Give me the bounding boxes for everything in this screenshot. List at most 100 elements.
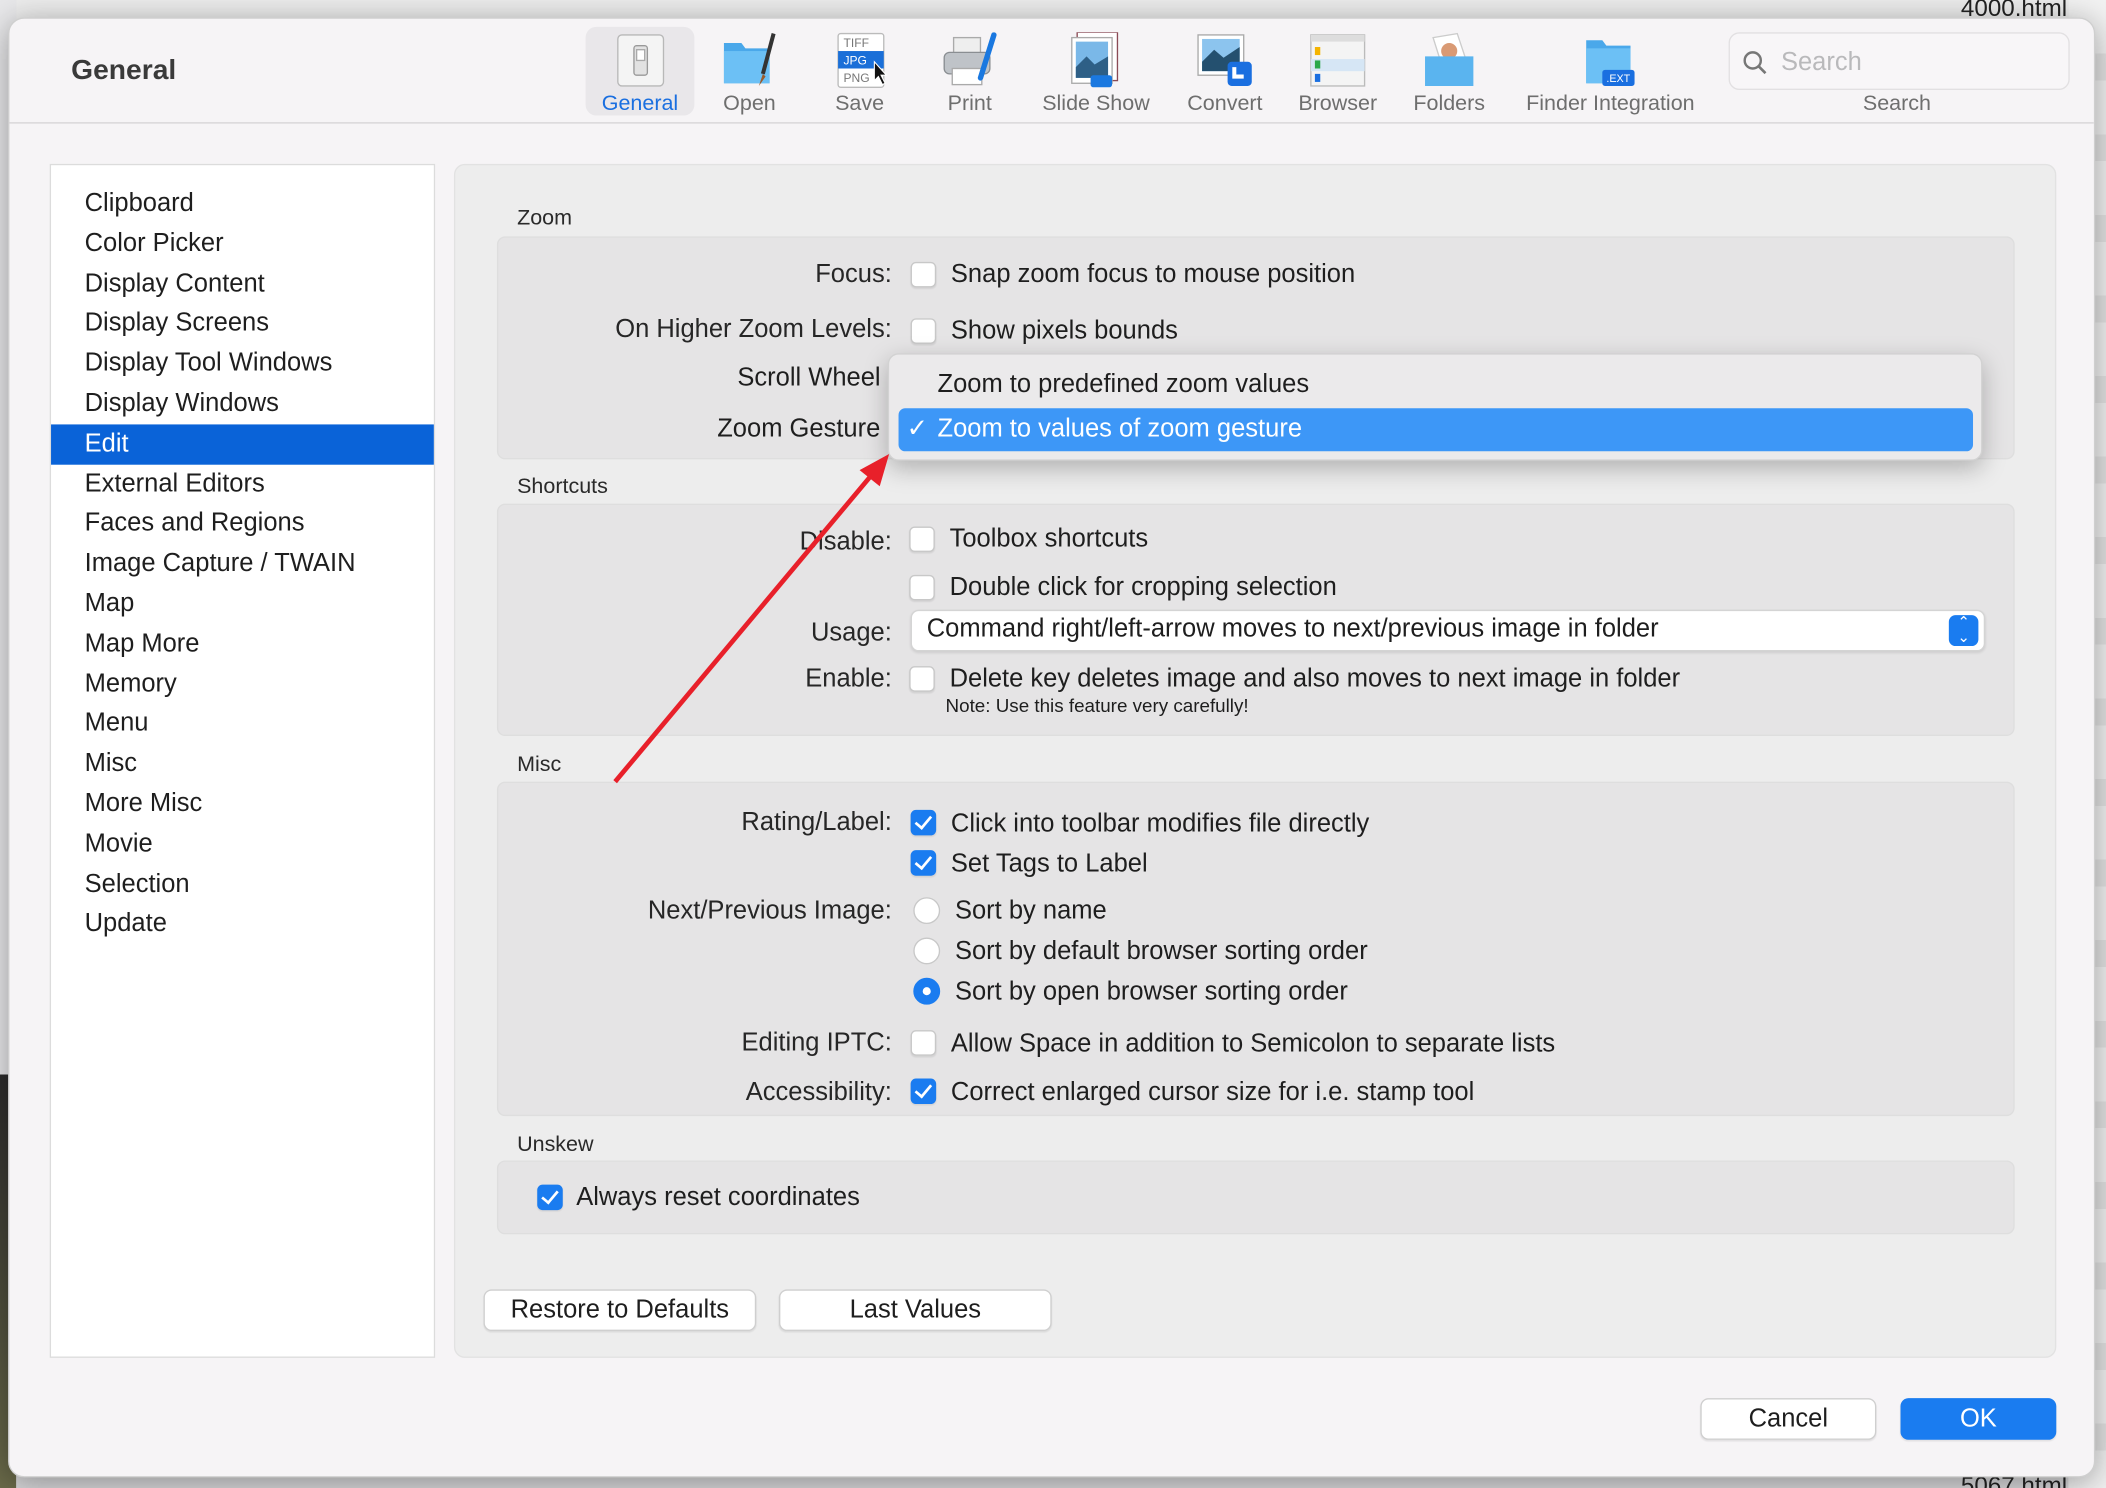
focus-label: Focus: [815,260,892,289]
usage-label: Usage: [810,619,892,648]
sort-open-browser-radio[interactable] [913,977,941,1005]
toolbar-folders[interactable]: Folders [1401,27,1498,116]
svg-text:JPG: JPG [843,53,866,67]
section-title-unskew: Unskew [517,1133,594,1157]
settings-panel: Zoom Focus: Snap zoom focus to mouse pos… [453,163,2057,1358]
sidebar-item-map[interactable]: Map [51,584,434,624]
save-formats-icon: TIFF JPG PNG [837,32,888,88]
sidebar-item-image-capture-twain[interactable]: Image Capture / TWAIN [51,544,434,584]
focus-option-label: Snap zoom focus to mouse position [950,260,1356,289]
sidebar-item-display-content[interactable]: Display Content [51,264,434,304]
set-tags-label: Set Tags to Label [950,850,1148,879]
iptc-space-checkbox[interactable] [910,1030,937,1056]
delete-key-checkbox[interactable] [909,666,935,692]
section-title-shortcuts: Shortcuts [517,475,608,499]
sidebar-item-selection[interactable]: Selection [51,864,434,904]
double-click-crop-label: Double click for cropping selection [949,573,1337,602]
toolbar-finder-integration[interactable]: .EXT Finder Integration [1510,27,1711,116]
popup-option-predefined[interactable]: Zoom to predefined zoom values [899,364,1973,407]
checkmark-icon: ✓ [906,415,928,444]
sort-option-label: Sort by default browser sorting order [954,937,1368,966]
sidebar-item-faces-and-regions[interactable]: Faces and Regions [51,504,434,544]
open-folder-icon [723,33,776,86]
sidebar-item-more-misc[interactable]: More Misc [51,784,434,824]
chevron-up-down-icon: ⌃ ⌄ [1948,615,1979,647]
sidebar-item-display-windows[interactable]: Display Windows [51,384,434,424]
editing-iptc-label: Editing IPTC: [741,1028,892,1058]
svg-text:PNG: PNG [843,71,869,85]
toolbar-general[interactable]: General [585,26,695,116]
delete-key-note: Note: Use this feature very carefully! [945,694,1249,716]
reset-coordinates-checkbox[interactable] [537,1184,563,1211]
restore-defaults-button[interactable]: Restore to Defaults [483,1289,757,1332]
toolbar-open[interactable]: Open [701,27,798,116]
search-field[interactable]: Search [1728,32,2070,90]
toolbar-label: General [601,92,679,116]
sidebar-item-movie[interactable]: Movie [51,824,434,864]
toolbar-modifies-checkbox[interactable] [910,809,937,836]
toolbar-divider [9,122,2094,124]
general-switch-icon [616,34,664,87]
search-icon [1743,51,1767,75]
window-title: General [71,55,177,86]
toolbar-save[interactable]: TIFF JPG PNG Save [811,27,908,116]
zoom-gesture-label: Zoom Gesture [717,415,881,444]
search-label: Search [1862,92,1931,116]
sidebar-item-display-screens[interactable]: Display Screens [51,304,434,344]
sidebar-item-external-editors[interactable]: External Editors [51,464,434,504]
sidebar-item-clipboard[interactable]: Clipboard [51,184,434,224]
toolbar-label: Browser [1298,92,1378,116]
accessibility-label: Accessibility: [745,1078,892,1107]
last-values-button[interactable]: Last Values [778,1289,1052,1332]
sidebar-item-color-picker[interactable]: Color Picker [51,224,434,264]
pixel-bounds-checkbox[interactable] [910,318,937,344]
iptc-space-label: Allow Space in addition to Semicolon to … [950,1030,1556,1059]
toolbar-browser[interactable]: Browser [1285,27,1390,116]
sidebar-item-misc[interactable]: Misc [51,744,434,784]
usage-select[interactable]: Command right/left-arrow moves to next/p… [910,609,1986,652]
scroll-wheel-label: Scroll Wheel [737,363,881,393]
cancel-button[interactable]: Cancel [1700,1398,1877,1440]
section-title-misc: Misc [517,753,562,777]
toolbar-convert[interactable]: Convert [1173,27,1278,116]
printer-icon [943,32,997,86]
browser-icon [1310,34,1366,87]
sidebar-item-edit[interactable]: Edit [51,424,434,465]
svg-text:.EXT: .EXT [1606,73,1630,85]
toolbox-shortcuts-checkbox[interactable] [909,526,935,553]
rating-label: Rating/Label: [741,808,892,837]
sidebar-list: Clipboard Color Picker Display Content Disp… [49,163,436,1358]
set-tags-checkbox[interactable] [910,850,937,876]
double-click-crop-checkbox[interactable] [909,574,935,601]
toolbar-slide-show[interactable]: Slide Show [1034,27,1158,116]
toolbar-print[interactable]: Print [921,27,1018,116]
toolbar-label: Save [835,92,885,116]
focus-checkbox[interactable] [910,261,937,288]
toolbar-label: Folders [1413,92,1486,116]
cursor-size-checkbox[interactable] [910,1078,937,1105]
sort-by-name-radio[interactable] [913,897,941,925]
sidebar-item-update[interactable]: Update [51,904,434,944]
zoom-gesture-popup-menu: Zoom to predefined zoom values ✓ Zoom to … [887,353,1983,461]
toolbar-label: Convert [1187,92,1263,116]
ok-button[interactable]: OK [1900,1398,2057,1440]
sidebar-item-display-tool-windows[interactable]: Display Tool Windows [51,344,434,384]
popup-option-label: Zoom to values of zoom gesture [937,415,1303,444]
folders-icon [1425,32,1474,86]
delete-key-label: Delete key deletes image and also moves … [949,664,1681,694]
preferences-window: General General Open TIFF JPG PNG Save Pri… [8,17,2096,1478]
search-input[interactable]: Search [1781,48,1862,78]
section-title-zoom: Zoom [517,206,573,230]
sidebar-item-map-more[interactable]: Map More [51,624,434,664]
reset-coordinates-label: Always reset coordinates [576,1183,860,1212]
toolbar-label: Open [723,92,776,116]
higher-zoom-label: On Higher Zoom Levels: [615,315,892,344]
toolbox-shortcuts-label: Toolbox shortcuts [949,525,1149,554]
sidebar-item-memory[interactable]: Memory [51,664,434,704]
toolbar-label: Print [947,92,992,116]
sidebar-item-menu[interactable]: Menu [51,704,434,744]
toolbar-label: Finder Integration [1526,92,1695,116]
popup-option-gesture[interactable]: ✓ Zoom to values of zoom gesture [898,408,1974,452]
usage-value: Command right/left-arrow moves to next/p… [926,615,1659,644]
sort-default-browser-radio[interactable] [913,937,941,965]
